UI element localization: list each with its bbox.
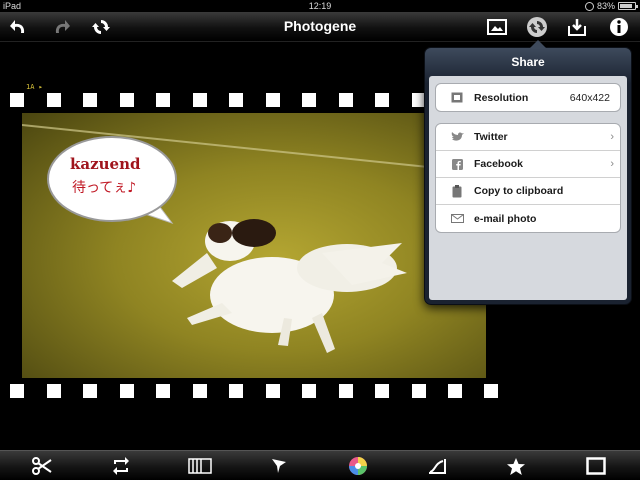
popover-body: Resolution 640x422 Twitter › Facebook › xyxy=(429,76,627,300)
battery-percent: 83% xyxy=(596,1,615,11)
share-popover: Share Resolution 640x422 Twitter › Faceb… xyxy=(424,40,632,305)
popover-title: Share xyxy=(511,55,545,69)
share-facebook-label: Facebook xyxy=(474,158,524,170)
popover-arrow xyxy=(529,40,547,49)
share-facebook-row[interactable]: Facebook › xyxy=(436,151,620,178)
battery-icon xyxy=(618,2,638,10)
resolution-row[interactable]: Resolution 640x422 xyxy=(436,84,620,111)
save-icon[interactable] xyxy=(566,16,588,38)
rotate-icon[interactable] xyxy=(109,455,133,477)
rotation-lock-icon xyxy=(584,1,594,11)
facebook-icon xyxy=(450,158,464,170)
frame-icon[interactable] xyxy=(188,455,212,477)
filter-icon[interactable] xyxy=(267,455,291,477)
film-code: 1A ▸ xyxy=(26,83,43,91)
photo-canvas[interactable] xyxy=(22,113,486,378)
clipboard-icon xyxy=(450,184,464,197)
resolution-label: Resolution xyxy=(474,91,529,104)
mail-icon xyxy=(450,213,464,225)
star-icon[interactable] xyxy=(504,455,528,477)
resolution-group: Resolution 640x422 xyxy=(435,83,621,112)
twitter-icon xyxy=(450,131,464,143)
share-clipboard-row[interactable]: Copy to clipboard xyxy=(436,178,620,205)
share-email-row[interactable]: e-mail photo xyxy=(436,205,620,232)
bottom-toolbar xyxy=(0,450,640,480)
top-toolbar: Photogene xyxy=(0,12,640,42)
bubble-line2: 待ってぇ♪ xyxy=(72,180,137,196)
share-email-label: e-mail photo xyxy=(474,212,537,225)
share-targets-group: Twitter › Facebook › Copy to clipboard e… xyxy=(435,123,621,233)
status-right: 83% xyxy=(584,1,638,11)
curves-icon[interactable] xyxy=(425,455,449,477)
info-icon[interactable] xyxy=(608,16,630,38)
filmstrip-bottom xyxy=(0,384,510,400)
border-icon[interactable] xyxy=(584,455,608,477)
color-icon[interactable] xyxy=(346,455,370,477)
crop-icon[interactable] xyxy=(30,455,54,477)
share-twitter-row[interactable]: Twitter › xyxy=(436,124,620,151)
clock: 12:19 xyxy=(308,1,332,11)
chevron-right-icon: › xyxy=(610,158,614,170)
resolution-value: 640x422 xyxy=(569,91,610,104)
status-bar: iPad 12:19 83% xyxy=(0,0,640,12)
share-clipboard-label: Copy to clipboard xyxy=(474,185,564,197)
bubble-line1: kazuend xyxy=(70,155,141,173)
chevron-right-icon: › xyxy=(610,131,614,143)
share-twitter-label: Twitter xyxy=(474,131,508,143)
photo-icon[interactable] xyxy=(486,16,508,38)
share-icon[interactable] xyxy=(526,16,548,38)
resolution-icon xyxy=(450,92,464,104)
